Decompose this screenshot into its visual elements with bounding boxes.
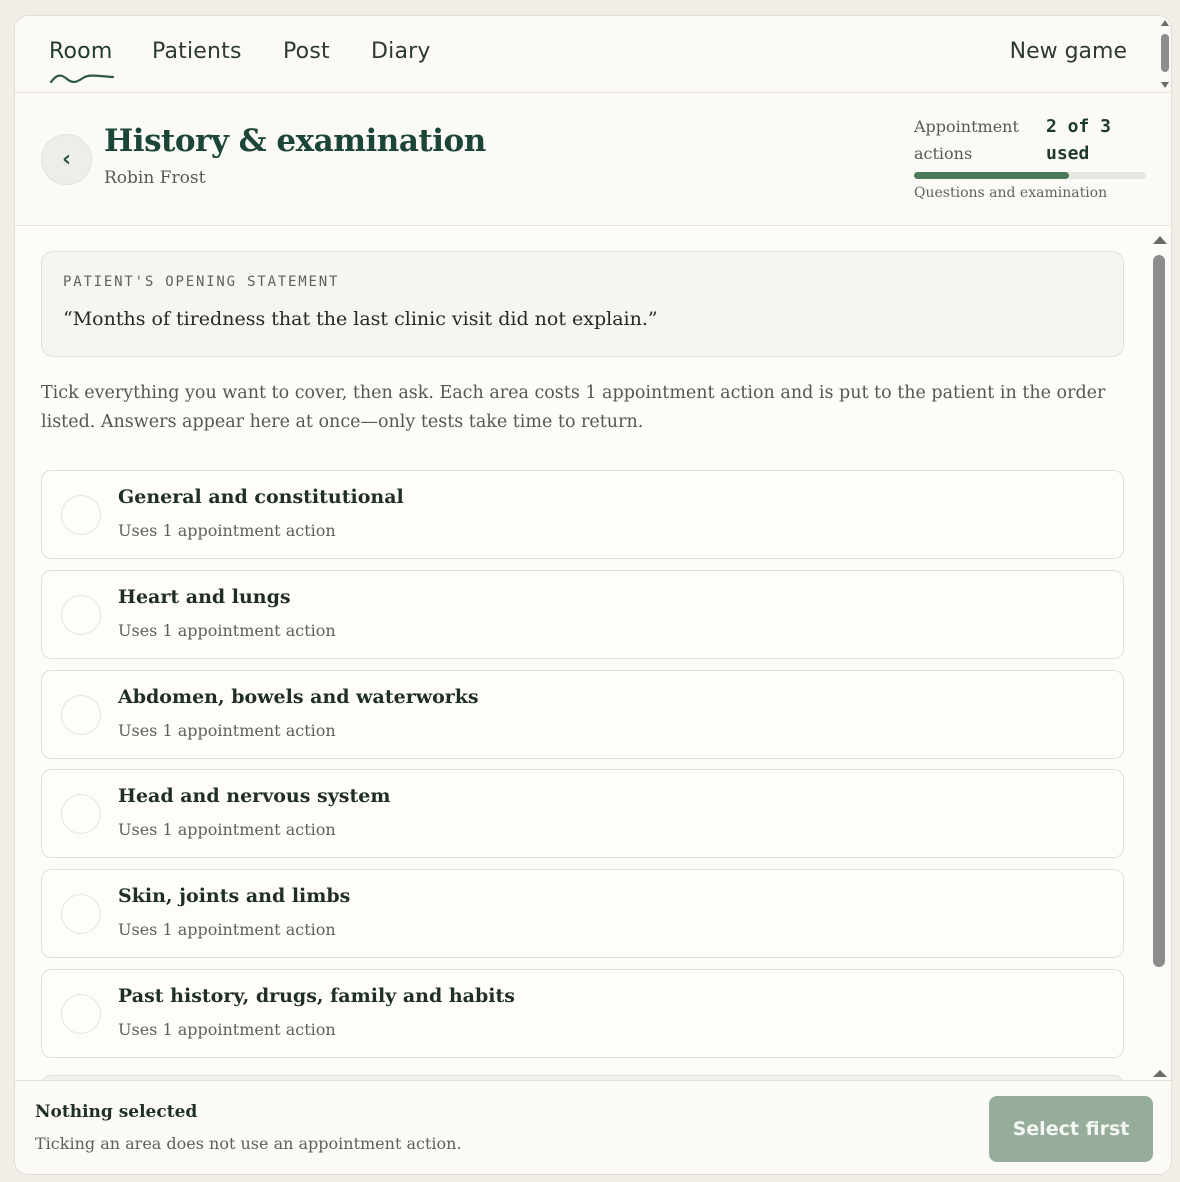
chevron-left-icon: ‹ [61, 147, 72, 172]
back-button[interactable]: ‹ [41, 134, 92, 185]
area-title: Past history, drugs, family and habits [118, 985, 515, 1007]
active-tab-underline [49, 74, 115, 84]
selection-note: Ticking an area does not use an appointm… [35, 1134, 462, 1153]
area-title: Heart and lungs [118, 586, 291, 608]
instructions-text: Tick everything you want to cover, then … [41, 383, 1106, 432]
area-general[interactable]: General and constitutional Uses 1 appoin… [41, 470, 1124, 559]
footer-bar: Nothing selected Ticking an area does no… [15, 1080, 1171, 1174]
appointment-actions-count: 2 of 3 used [1046, 116, 1112, 164]
window-scrollbar[interactable] [1157, 16, 1172, 93]
area-checkbox[interactable] [61, 994, 101, 1034]
area-cost: Uses 1 appointment action [118, 721, 336, 740]
tab-patients[interactable]: Patients [152, 39, 242, 64]
area-checkbox[interactable] [61, 894, 101, 934]
area-heart-lungs[interactable]: Heart and lungs Uses 1 appointment actio… [41, 570, 1124, 659]
tab-diary[interactable]: Diary [371, 39, 431, 64]
area-past-history[interactable]: Past history, drugs, family and habits U… [41, 969, 1124, 1058]
opening-statement-text: “Months of tiredness that the last clini… [63, 308, 658, 330]
area-skin-joints[interactable]: Skin, joints and limbs Uses 1 appointmen… [41, 869, 1124, 958]
area-title: Skin, joints and limbs [118, 885, 351, 907]
area-title: Abdomen, bowels and waterworks [118, 686, 479, 708]
area-head-nervous[interactable]: Head and nervous system Uses 1 appointme… [41, 769, 1124, 858]
top-nav: Room Patients Post Diary New game [15, 16, 1172, 93]
area-checkbox[interactable] [61, 495, 101, 535]
area-cost: Uses 1 appointment action [118, 920, 336, 939]
opening-statement-card: PATIENT'S OPENING STATEMENT “Months of t… [41, 251, 1124, 357]
page-header: ‹ History & examination Robin Frost Appo… [15, 93, 1171, 226]
area-cost: Uses 1 appointment action [118, 1020, 336, 1039]
area-abdomen[interactable]: Abdomen, bowels and waterworks Uses 1 ap… [41, 670, 1124, 759]
main-content: PATIENT'S OPENING STATEMENT “Months of t… [15, 227, 1171, 1080]
area-checkbox[interactable] [61, 595, 101, 635]
area-cost: Uses 1 appointment action [118, 820, 336, 839]
area-cost: Uses 1 appointment action [118, 521, 336, 540]
actions-progress-caption: Questions and examination [914, 185, 1108, 201]
area-checkbox[interactable] [61, 695, 101, 735]
page-title: History & examination [104, 123, 486, 159]
area-title: Head and nervous system [118, 785, 391, 807]
patient-name: Robin Frost [104, 168, 206, 188]
content-scrollbar[interactable] [1149, 227, 1171, 1080]
tab-post[interactable]: Post [283, 39, 330, 64]
appointment-actions-label: Appointment actions [914, 117, 1019, 163]
area-checkbox[interactable] [61, 794, 101, 834]
app-window: Room Patients Post Diary New game ‹ Hist… [14, 15, 1172, 1175]
area-cost: Uses 1 appointment action [118, 621, 336, 640]
scrollbar-thumb[interactable] [1153, 255, 1165, 967]
tab-room[interactable]: Room [49, 39, 112, 64]
selection-status: Nothing selected [35, 1102, 198, 1122]
actions-progress-bar [914, 172, 1146, 179]
select-first-button[interactable]: Select first [989, 1096, 1153, 1162]
new-game-button[interactable]: New game [1010, 39, 1127, 64]
area-title: General and constitutional [118, 486, 404, 508]
actions-progress-fill [914, 172, 1069, 179]
opening-statement-label: PATIENT'S OPENING STATEMENT [63, 274, 340, 290]
